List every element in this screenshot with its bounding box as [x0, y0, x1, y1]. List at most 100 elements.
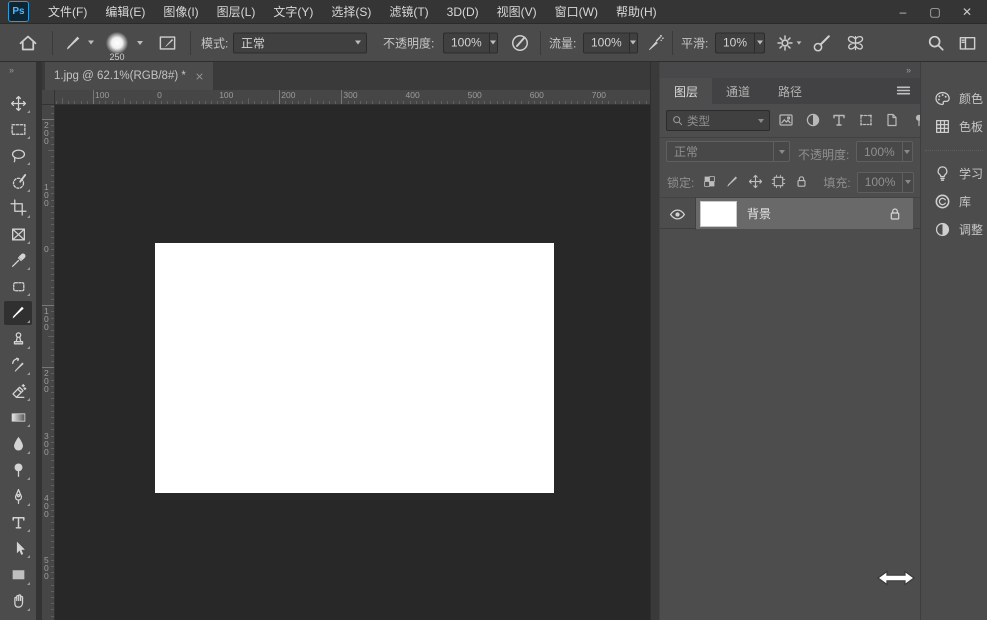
- lock-all-icon[interactable]: [794, 174, 811, 191]
- document-tab-title: 1.jpg @ 62.1%(RGB/8#) *: [54, 70, 186, 82]
- menu-item-w[interactable]: 窗口(W): [546, 0, 607, 24]
- brush-tool[interactable]: [4, 301, 32, 325]
- window-controls: – ▢ ✕: [887, 0, 983, 24]
- panel-icon-dock: 颜色色板学习库调整: [920, 62, 987, 620]
- tab-channels[interactable]: 通道: [712, 78, 764, 104]
- close-button[interactable]: ✕: [951, 0, 983, 24]
- filter-type-layer-icon[interactable]: [831, 112, 849, 130]
- chevron-down-icon[interactable]: [489, 33, 497, 52]
- layer-row-background[interactable]: 背景: [660, 197, 920, 229]
- tool-preset-button[interactable]: [64, 33, 94, 52]
- history-brush-tool[interactable]: [4, 353, 32, 377]
- path-selection-tool[interactable]: [4, 536, 32, 560]
- panel-menu-icon[interactable]: [895, 82, 912, 99]
- crop-tool[interactable]: [4, 196, 32, 220]
- move-tool[interactable]: [4, 91, 32, 115]
- photoshop-window: Ps 文件(F)编辑(E)图像(I)图层(L)文字(Y)选择(S)滤镜(T)3D…: [0, 0, 987, 620]
- healing-brush-tool[interactable]: [4, 274, 32, 298]
- layer-thumbnail[interactable]: [700, 201, 737, 227]
- chevron-down-icon[interactable]: [629, 33, 637, 52]
- document-tab[interactable]: 1.jpg @ 62.1%(RGB/8#) *: [45, 62, 213, 90]
- filter-smart-object-icon[interactable]: [884, 112, 902, 130]
- lasso-tool[interactable]: [4, 143, 32, 167]
- collapse-panels-icon[interactable]: »: [660, 62, 920, 78]
- layer-filter-select[interactable]: 类型: [666, 110, 770, 131]
- search-icon[interactable]: [927, 34, 945, 52]
- menu-item-l[interactable]: 图层(L): [208, 0, 265, 24]
- collapse-toolbox-icon[interactable]: »: [9, 65, 15, 75]
- toggle-brush-settings-button[interactable]: [158, 33, 177, 52]
- blend-mode-select[interactable]: 正常: [233, 32, 367, 53]
- vertical-ruler[interactable]: 2001000100200300400500: [42, 105, 55, 620]
- menu-item-v[interactable]: 视图(V): [488, 0, 546, 24]
- chevron-down-icon[interactable]: [137, 41, 143, 45]
- fill-label: 填充:: [823, 174, 850, 191]
- menu-item-i[interactable]: 图像(I): [154, 0, 207, 24]
- lock-position-icon[interactable]: [748, 174, 765, 191]
- brush-size-label: 250: [100, 52, 134, 62]
- tab-layers[interactable]: 图层: [660, 78, 712, 104]
- canvas-viewport[interactable]: [55, 105, 650, 620]
- blur-tool[interactable]: [4, 432, 32, 456]
- close-icon[interactable]: [195, 72, 204, 81]
- chevron-down-icon[interactable]: [754, 33, 764, 52]
- dock-group: 学习库调整: [925, 150, 983, 253]
- smoothing-options-button[interactable]: [776, 34, 802, 52]
- menu-item-f[interactable]: 文件(F): [39, 0, 96, 24]
- lock-artboard-icon[interactable]: [771, 174, 788, 191]
- home-button[interactable]: [18, 33, 38, 53]
- dodge-tool[interactable]: [4, 458, 32, 482]
- filter-adjustment-layer-icon[interactable]: [805, 112, 823, 130]
- filter-shape-layer-icon[interactable]: [858, 112, 876, 130]
- photoshop-logo: Ps: [8, 1, 29, 22]
- frame-tool[interactable]: [4, 222, 32, 246]
- type-tool[interactable]: [4, 510, 32, 534]
- dock-libraries[interactable]: 库: [925, 187, 983, 215]
- menu-item-s[interactable]: 选择(S): [322, 0, 380, 24]
- workspace-switcher-icon[interactable]: [958, 33, 977, 52]
- menu-item-t[interactable]: 滤镜(T): [380, 0, 437, 24]
- dock-adjustments[interactable]: 调整: [925, 215, 983, 243]
- tab-paths[interactable]: 路径: [764, 78, 816, 104]
- lock-transparency-icon[interactable]: [702, 174, 719, 191]
- quick-selection-tool[interactable]: [4, 170, 32, 194]
- opacity-input[interactable]: 100%: [443, 32, 498, 53]
- pressure-opacity-button[interactable]: [510, 33, 530, 53]
- menu-item-y[interactable]: 文字(Y): [264, 0, 322, 24]
- mode-label: 模式:: [201, 34, 228, 51]
- options-bar: 250 模式: 正常 不透明度: 100% 流量: 100% 平滑: 10%: [0, 24, 987, 62]
- airbrush-button[interactable]: [646, 33, 665, 52]
- eyedropper-tool[interactable]: [4, 248, 32, 272]
- pen-tool[interactable]: [4, 484, 32, 508]
- minimize-button[interactable]: –: [887, 0, 919, 24]
- smoothing-input[interactable]: 10%: [715, 32, 765, 53]
- gradient-tool[interactable]: [4, 405, 32, 429]
- layer-visibility-toggle[interactable]: [660, 198, 696, 230]
- panel-resize-gutter[interactable]: [650, 62, 660, 620]
- lock-icon: [887, 206, 903, 222]
- menu-item-dd[interactable]: 3D(D): [438, 0, 488, 24]
- opacity-label: 不透明度:: [383, 34, 434, 51]
- menu-item-h[interactable]: 帮助(H): [607, 0, 666, 24]
- document-canvas[interactable]: [155, 243, 554, 493]
- zoom-tool[interactable]: [4, 615, 32, 620]
- rectangle-tool[interactable]: [4, 563, 32, 587]
- dock-learn[interactable]: 学习: [925, 159, 983, 187]
- marquee-tool[interactable]: [4, 117, 32, 141]
- clone-stamp-tool[interactable]: [4, 327, 32, 351]
- menu-item-e[interactable]: 编辑(E): [96, 0, 154, 24]
- brush-picker-button[interactable]: 250: [106, 32, 128, 54]
- horizontal-ruler[interactable]: 1000100200300400500600700: [55, 90, 650, 105]
- eraser-tool[interactable]: [4, 379, 32, 403]
- symmetry-button[interactable]: [845, 32, 866, 53]
- dock-color[interactable]: 颜色: [925, 84, 983, 112]
- ruler-origin-box[interactable]: [42, 90, 55, 105]
- dock-swatches[interactable]: 色板: [925, 112, 983, 140]
- maximize-button[interactable]: ▢: [919, 0, 951, 24]
- lock-paint-icon[interactable]: [725, 174, 742, 191]
- pressure-size-button[interactable]: [812, 33, 832, 53]
- chevron-down-icon: [355, 41, 361, 45]
- flow-input[interactable]: 100%: [583, 32, 638, 53]
- hand-tool[interactable]: [4, 589, 32, 613]
- filter-pixel-layer-icon[interactable]: [778, 112, 796, 130]
